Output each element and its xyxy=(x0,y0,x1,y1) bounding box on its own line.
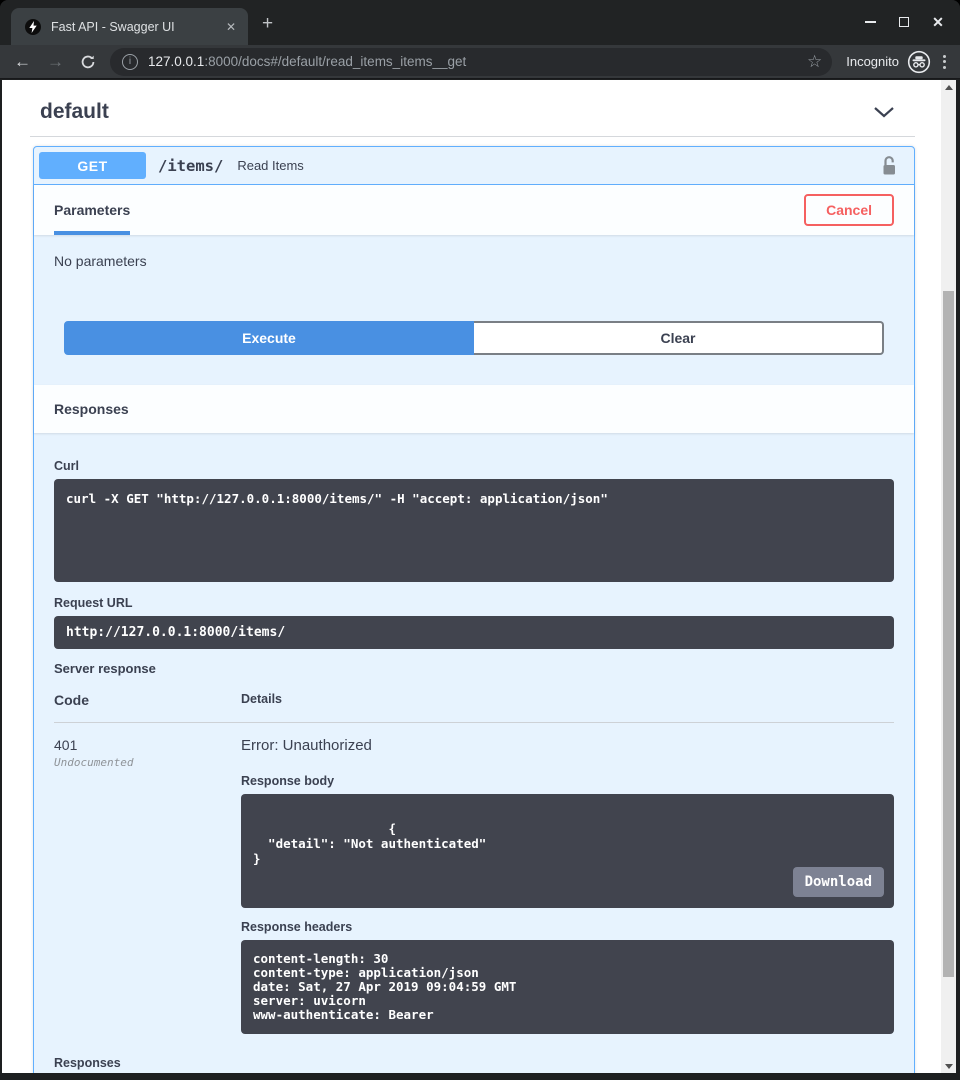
cancel-button[interactable]: Cancel xyxy=(804,194,894,226)
minimize-button[interactable] xyxy=(860,13,880,31)
response-body-json: { "detail": "Not authenticated" } xyxy=(253,821,486,866)
method-badge: GET xyxy=(39,152,146,179)
browser-tab[interactable]: Fast API - Swagger UI ✕ xyxy=(11,8,248,45)
new-tab-button[interactable]: + xyxy=(262,14,273,33)
request-url-label: Request URL xyxy=(54,596,894,610)
fastapi-logo-icon xyxy=(25,19,41,35)
section-default-header[interactable]: default xyxy=(2,80,941,136)
parameters-tab[interactable]: Parameters xyxy=(54,185,130,235)
download-button[interactable]: Download xyxy=(793,867,884,897)
section-title: default xyxy=(40,100,109,124)
back-button[interactable]: ← xyxy=(14,52,31,72)
tab-close-button[interactable]: ✕ xyxy=(222,18,240,36)
chevron-down-icon[interactable] xyxy=(873,106,895,118)
scroll-down-button[interactable] xyxy=(941,1059,956,1073)
navigation-toolbar: ← → i 127.0.0.1:8000/docs#/default/read_… xyxy=(0,45,960,79)
incognito-label: Incognito xyxy=(846,54,899,69)
url-text[interactable]: 127.0.0.1:8000/docs#/default/read_items_… xyxy=(148,54,799,69)
undocumented-label: Undocumented xyxy=(54,756,241,769)
scrollbar[interactable] xyxy=(941,80,956,1073)
bookmark-star-icon[interactable]: ☆ xyxy=(807,52,822,72)
tab-bar: Fast API - Swagger UI ✕ + ✕ xyxy=(0,0,960,45)
page-viewport: default GET /items/ Read Items Parameter… xyxy=(2,80,956,1073)
response-description: Error: Unauthorized xyxy=(241,737,894,754)
window-close-button[interactable]: ✕ xyxy=(928,13,948,31)
curl-label: Curl xyxy=(54,459,894,473)
response-body-block: { "detail": "Not authenticated" } Downlo… xyxy=(241,794,894,908)
incognito-icon xyxy=(907,50,931,74)
server-response-row: 401 Undocumented Error: Unauthorized Res… xyxy=(54,723,894,1034)
parameters-header: Parameters Cancel xyxy=(34,185,914,235)
scroll-thumb[interactable] xyxy=(943,291,954,977)
scroll-up-button[interactable] xyxy=(941,80,956,94)
browser-menu-icon[interactable] xyxy=(943,55,946,69)
browser-window: Fast API - Swagger UI ✕ + ✕ ← → i 127.0.… xyxy=(0,0,960,1080)
swagger-page: default GET /items/ Read Items Parameter… xyxy=(2,80,941,1073)
url-host: 127.0.0.1 xyxy=(148,54,204,69)
tab-title: Fast API - Swagger UI xyxy=(51,20,222,34)
server-response-label: Server response xyxy=(54,661,894,676)
response-headers-text: content-length: 30 content-type: applica… xyxy=(241,940,894,1034)
response-status-code: 401 xyxy=(54,737,241,753)
maximize-button[interactable] xyxy=(894,13,914,31)
url-path: :8000/docs#/default/read_items_items__ge… xyxy=(204,54,466,69)
forward-button[interactable]: → xyxy=(47,52,64,72)
execute-button[interactable]: Execute xyxy=(64,321,474,355)
responses-section-header: Responses xyxy=(34,385,914,433)
curl-command[interactable]: curl -X GET "http://127.0.0.1:8000/items… xyxy=(54,479,894,582)
operation-path: /items/ xyxy=(158,157,223,175)
clear-button[interactable]: Clear xyxy=(474,321,884,355)
address-bar[interactable]: i 127.0.0.1:8000/docs#/default/read_item… xyxy=(110,48,832,76)
operation-summary-text: Read Items xyxy=(237,158,881,173)
reload-button[interactable] xyxy=(80,54,96,70)
auth-lock-open-icon[interactable] xyxy=(881,155,897,177)
response-body-label: Response body xyxy=(241,774,894,788)
section-divider xyxy=(30,136,915,137)
execute-row: Execute Clear xyxy=(34,295,914,385)
operation-block: GET /items/ Read Items Parameters Cancel… xyxy=(33,146,915,1073)
no-parameters-text: No parameters xyxy=(34,235,914,295)
server-response-table: Code Details 401 Undocumented Error: Una… xyxy=(54,692,894,1034)
documented-responses-label: Responses xyxy=(54,1056,894,1070)
page-info-icon[interactable]: i xyxy=(122,54,138,70)
operation-summary[interactable]: GET /items/ Read Items xyxy=(34,147,914,185)
details-column-header: Details xyxy=(241,692,894,708)
response-headers-label: Response headers xyxy=(241,920,894,934)
code-column-header: Code xyxy=(54,692,241,708)
request-url-value: http://127.0.0.1:8000/items/ xyxy=(54,616,894,649)
responses-inner: Curl curl -X GET "http://127.0.0.1:8000/… xyxy=(34,433,914,1073)
